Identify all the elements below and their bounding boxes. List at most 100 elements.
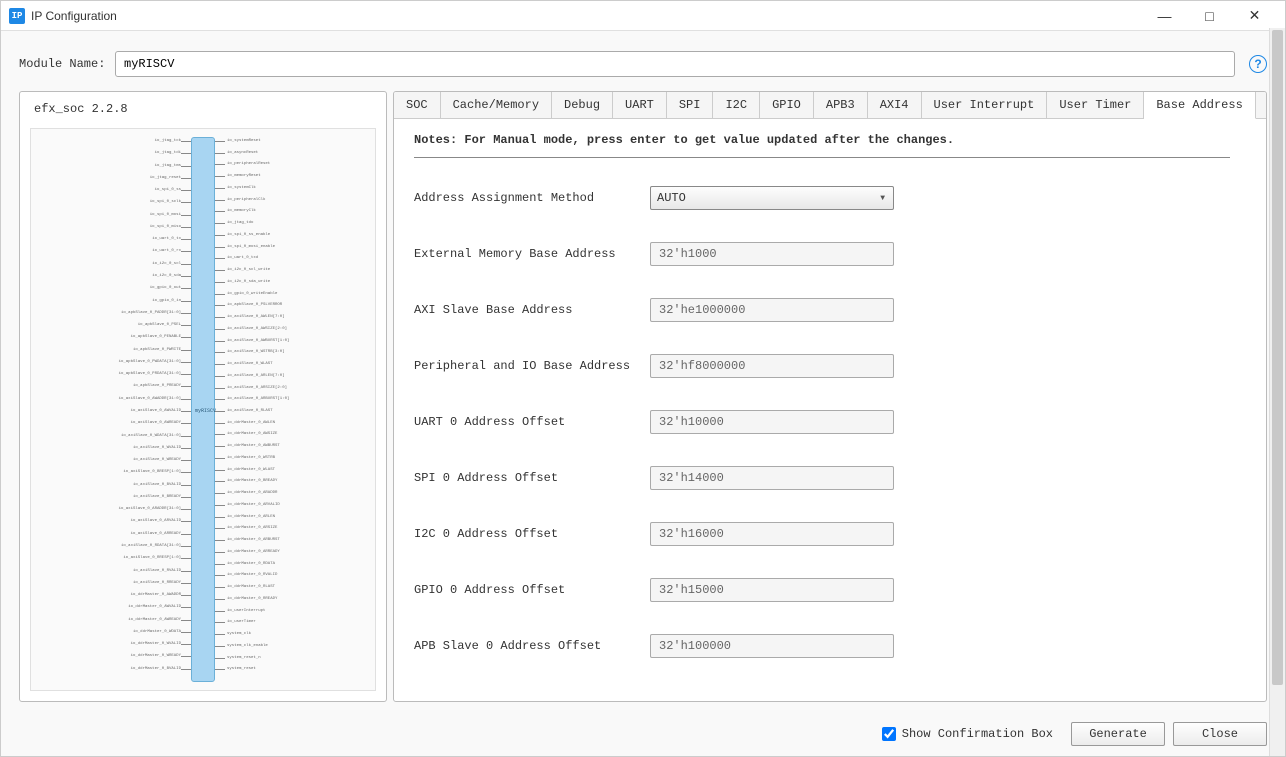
tab-i2c[interactable]: I2C — [713, 92, 760, 118]
show-confirmation-checkbox[interactable]: Show Confirmation Box — [882, 727, 1053, 741]
close-button[interactable]: ✕ — [1232, 2, 1277, 30]
tab-user-timer[interactable]: User Timer — [1047, 92, 1144, 118]
pin-label-right: io_asyncReset — [227, 149, 258, 157]
pin-label-left: io_axiSlave_0_WDATA[31:0] — [121, 432, 181, 440]
address-input-8[interactable] — [650, 634, 894, 658]
module-name-label: Module Name: — [19, 57, 115, 71]
tab-apb3[interactable]: APB3 — [814, 92, 868, 118]
form-row-1: External Memory Base Address — [414, 242, 1246, 266]
form-label: AXI Slave Base Address — [414, 303, 650, 317]
pin-label-right: io_ddrMaster_0_ARVALID — [227, 501, 280, 509]
pin-label-right: io_ddrMaster_0_WSTRB — [227, 454, 275, 462]
pin-label-right: io_ddrMaster_0_AWLEN — [227, 419, 275, 427]
pin-label-right: io_axiSlave_0_WSTRB[3:0] — [227, 348, 285, 356]
pin-label-left: io_jtag_tck — [155, 137, 181, 145]
tab-axi4[interactable]: AXI4 — [868, 92, 922, 118]
pin-label-left: io_i2c_0_scl — [152, 260, 181, 268]
pin-label-right: io_i2c_0_scl_write — [227, 266, 270, 274]
pin-label-right: io_ddrMaster_0_BREADY — [227, 477, 277, 485]
tab-gpio[interactable]: GPIO — [760, 92, 814, 118]
pin-label-right: io_spi_0_mosi_enable — [227, 243, 275, 251]
pin-label-right: io_ddrMaster_0_ARBURST — [227, 536, 280, 544]
pin-label-right: io_peripheralReset — [227, 160, 270, 168]
address-input-7[interactable] — [650, 578, 894, 602]
close-button-footer[interactable]: Close — [1173, 722, 1267, 746]
tab-spi[interactable]: SPI — [667, 92, 714, 118]
pin-label-right: io_ddrMaster_0_RREADY — [227, 595, 277, 603]
pin-label-left: io_apbSlave_0_PRDATA[31:0] — [119, 370, 181, 378]
ip-config-window: IP IP Configuration — □ ✕ Module Name: ?… — [0, 0, 1286, 757]
tab-uart[interactable]: UART — [613, 92, 667, 118]
pin-label-right: io_axiSlave_0_AWSIZE[2:0] — [227, 325, 287, 333]
pin-label-left: io_apbSlave_0_PSEL — [138, 321, 181, 329]
address-input-6[interactable] — [650, 522, 894, 546]
pin-label-right: io_ddrMaster_0_AWSIZE — [227, 430, 277, 438]
pin-label-right: io_axiSlave_0_WLAST — [227, 360, 273, 368]
pin-label-left: io_apbSlave_0_PADDR[31:0] — [121, 309, 181, 317]
pin-label-right: io_memoryClk — [227, 207, 256, 215]
pin-label-right: io_apbSlave_0_PSLVERROR — [227, 301, 282, 309]
app-icon: IP — [9, 8, 25, 24]
address-input-3[interactable] — [650, 354, 894, 378]
pin-label-right: io_jtag_tdo — [227, 219, 253, 227]
pin-label-right: io_peripheralClk — [227, 196, 265, 204]
tab-cache-memory[interactable]: Cache/Memory — [441, 92, 552, 118]
address-input-2[interactable] — [650, 298, 894, 322]
ip-preview-panel: efx_soc 2.2.8 io_jtag_tckio_jtag_tdiio_j… — [19, 91, 387, 702]
address-input-1[interactable] — [650, 242, 894, 266]
pin-label-left: io_apbSlave_0_PWDATA[31:0] — [119, 358, 181, 366]
generate-button[interactable]: Generate — [1071, 722, 1165, 746]
help-icon[interactable]: ? — [1249, 55, 1267, 73]
pin-label-left: io_axiSlave_0_ARVALID — [131, 517, 181, 525]
form-row-3: Peripheral and IO Base Address — [414, 354, 1246, 378]
tab-user-interrupt[interactable]: User Interrupt — [922, 92, 1048, 118]
pin-label-right: io_systemClk — [227, 184, 256, 192]
pin-label-right: io_memoryReset — [227, 172, 261, 180]
confirmation-checkbox-input[interactable] — [882, 727, 896, 741]
config-panel: SOCCache/MemoryDebugUARTSPII2CGPIOAPB3AX… — [393, 91, 1267, 702]
pin-label-right: io_systemReset — [227, 137, 261, 145]
form-row-5: SPI 0 Address Offset — [414, 466, 1246, 490]
pin-label-left: io_axiSlave_0_AWVALID — [131, 407, 181, 415]
pin-label-right: system_clk_enable — [227, 642, 268, 650]
pin-label-left: io_ddrMaster_0_WVALID — [131, 640, 181, 648]
tab-soc[interactable]: SOC — [394, 92, 441, 118]
pin-label-left: io_spi_0_miso — [150, 223, 181, 231]
pin-label-left: io_apbSlave_0_PWRITE — [133, 346, 181, 354]
pin-label-left: io_axiSlave_0_ARREADY — [131, 530, 181, 538]
pin-label-left: io_axiSlave_0_AWREADY — [131, 419, 181, 427]
pin-label-right: io_ddrMaster_0_AWBURST — [227, 442, 280, 450]
tab-deliverables[interactable]: Deliverables — [1256, 92, 1267, 118]
pin-label-left: io_ddrMaster_0_AWADDR — [131, 591, 181, 599]
pin-label-right: io_i2c_0_sda_write — [227, 278, 270, 286]
pin-label-left: io_axiSlave_0_BRESP[1:0] — [123, 468, 181, 476]
pin-label-right: io_ddrMaster_0_ARLEN — [227, 513, 275, 521]
address-input-4[interactable] — [650, 410, 894, 434]
pin-label-right: io_ddrMaster_0_ARREADY — [227, 548, 280, 556]
pin-label-left: io_gpio_0_in — [152, 297, 181, 305]
pin-label-left: io_spi_0_ss — [155, 186, 181, 194]
pin-label-right: io_ddrMaster_0_WLAST — [227, 466, 275, 474]
pin-label-left: io_axiSlave_0_AWADDR[31:0] — [119, 395, 181, 403]
tab-base-address[interactable]: Base Address — [1144, 92, 1255, 119]
tab-debug[interactable]: Debug — [552, 92, 613, 118]
pin-label-left: io_ddrMaster_0_BVALID — [131, 665, 181, 673]
confirmation-checkbox-label: Show Confirmation Box — [902, 727, 1053, 741]
pin-label-left: io_spi_0_sclk — [150, 198, 181, 206]
pin-label-left: io_jtag_tdi — [155, 149, 181, 157]
form-label: UART 0 Address Offset — [414, 415, 650, 429]
pin-label-right: io_axiSlave_0_RLAST — [227, 407, 273, 415]
pin-label-right: io_ddrMaster_0_ARSIZE — [227, 524, 277, 532]
pin-label-left: io_apbSlave_0_PREADY — [133, 382, 181, 390]
block-diagram-area: io_jtag_tckio_jtag_tdiio_jtag_tmsio_jtag… — [30, 128, 376, 691]
pin-label-right: io_ddrMaster_0_ARADDR — [227, 489, 277, 497]
address-method-select[interactable]: AUTO — [650, 186, 894, 210]
pin-label-right: io_userInterrupt — [227, 607, 265, 615]
maximize-button[interactable]: □ — [1187, 2, 1232, 30]
module-name-row: Module Name: ? — [1, 31, 1285, 91]
minimize-button[interactable]: — — [1142, 2, 1187, 30]
form-label: Address Assignment Method — [414, 191, 650, 205]
module-name-input[interactable] — [115, 51, 1235, 77]
address-input-5[interactable] — [650, 466, 894, 490]
pin-label-left: io_ddrMaster_0_WDATA — [133, 628, 181, 636]
